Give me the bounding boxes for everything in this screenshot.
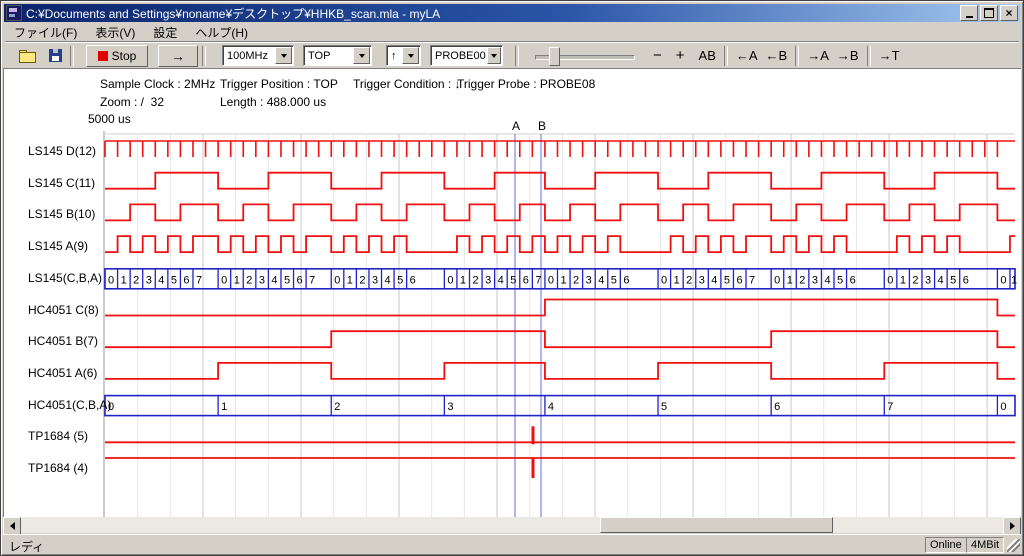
toolbar-separator bbox=[515, 46, 519, 66]
channel-label-hc4051-c: HC4051 C(8) bbox=[28, 303, 99, 317]
toolbar: Stop → 100MHz TOP ↑ PROBE00 − + AB ←A ←B… bbox=[5, 43, 1019, 68]
channel-label-hc4051-bus: HC4051(C,B,A) bbox=[28, 398, 111, 412]
ab-cursors-button[interactable]: AB bbox=[695, 46, 720, 66]
scroll-right-arrow-icon[interactable] bbox=[1003, 517, 1021, 535]
toolbar-separator bbox=[70, 46, 74, 66]
channel-label-ls145-d: LS145 D(12) bbox=[28, 144, 96, 158]
chevron-down-icon[interactable] bbox=[402, 47, 419, 64]
channel-label-hc4051-a: HC4051 A(6) bbox=[28, 366, 97, 380]
minimize-button[interactable] bbox=[960, 5, 978, 21]
chevron-down-icon[interactable] bbox=[275, 47, 292, 64]
slider-thumb[interactable] bbox=[549, 47, 560, 66]
open-file-icon[interactable] bbox=[19, 48, 37, 64]
move-right-to-cursor-b-button[interactable]: →B bbox=[833, 46, 863, 66]
move-left-to-cursor-a-button[interactable]: ←A bbox=[732, 46, 762, 66]
goto-trigger-button[interactable]: →T bbox=[875, 46, 904, 66]
trigger-position-info: Trigger Position : TOP bbox=[220, 77, 338, 91]
scroll-left-arrow-icon[interactable] bbox=[3, 517, 21, 535]
channel-label-ls145-b: LS145 B(10) bbox=[28, 207, 95, 221]
window-title: C:¥Documents and Settings¥noname¥デスクトップ¥… bbox=[26, 5, 440, 22]
run-arrow-icon: → bbox=[171, 48, 185, 64]
scrollbar-thumb[interactable] bbox=[600, 517, 833, 533]
maximize-button[interactable] bbox=[980, 5, 998, 21]
move-right-to-cursor-a-button[interactable]: →A bbox=[803, 46, 833, 66]
sample-clock-info: Sample Clock : 2MHz bbox=[100, 77, 215, 91]
app-icon bbox=[6, 5, 22, 21]
channel-label-tp1684-4: TP1684 (4) bbox=[28, 461, 88, 475]
toolbar-separator bbox=[867, 46, 871, 66]
time-scale-label: 5000 us bbox=[88, 112, 131, 126]
trigger-edge-combo[interactable]: ↑ bbox=[386, 45, 421, 66]
chevron-down-icon[interactable] bbox=[487, 47, 501, 64]
menu-item-2[interactable]: 設定 bbox=[144, 23, 186, 42]
run-button[interactable]: → bbox=[158, 45, 198, 67]
status-message: レディ bbox=[9, 538, 44, 555]
menu-item-1[interactable]: 表示(V) bbox=[86, 23, 144, 42]
memory-status-badge: 4MBit bbox=[966, 537, 1004, 553]
menu-item-0[interactable]: ファイル(F) bbox=[5, 23, 86, 42]
waveform-client-area bbox=[3, 68, 1021, 517]
channel-label-tp1684-5: TP1684 (5) bbox=[28, 429, 88, 443]
toolbar-separator bbox=[202, 46, 206, 66]
horizontal-scrollbar[interactable] bbox=[3, 517, 1021, 533]
trigger-condition-info: Trigger Condition : ↓ bbox=[353, 77, 461, 91]
menu-bar: ファイル(F)表示(V)設定ヘルプ(H) bbox=[5, 23, 1019, 41]
move-left-to-cursor-b-button[interactable]: ←B bbox=[762, 46, 792, 66]
zoom-in-button[interactable]: + bbox=[672, 46, 689, 66]
close-button[interactable]: × bbox=[1000, 5, 1018, 21]
channel-label-ls145-c: LS145 C(11) bbox=[28, 176, 95, 190]
resize-grip[interactable] bbox=[1007, 539, 1020, 552]
zoom-out-button[interactable]: − bbox=[649, 46, 666, 66]
length-info: Length : 488.000 us bbox=[220, 95, 326, 109]
menu-item-3[interactable]: ヘルプ(H) bbox=[186, 23, 257, 42]
stop-button[interactable]: Stop bbox=[86, 45, 148, 67]
toolbar-separator bbox=[724, 46, 728, 66]
trigger-probe-info: Trigger Probe : PROBE08 bbox=[457, 77, 595, 91]
stop-icon bbox=[98, 51, 108, 61]
online-status-badge: Online bbox=[925, 537, 967, 553]
chevron-down-icon[interactable] bbox=[353, 47, 370, 64]
save-icon[interactable] bbox=[48, 48, 66, 64]
zoom-slider[interactable] bbox=[535, 46, 635, 66]
trigger-position-combo[interactable]: TOP bbox=[303, 45, 372, 66]
toolbar-separator bbox=[795, 46, 799, 66]
title-bar: C:¥Documents and Settings¥noname¥デスクトップ¥… bbox=[4, 4, 1020, 22]
status-bar: レディ Online 4MBit bbox=[3, 534, 1021, 554]
channel-label-ls145-bus: LS145(C,B,A) bbox=[28, 271, 102, 285]
zoom-info: Zoom : / 32 bbox=[100, 95, 164, 109]
sample-clock-combo[interactable]: 100MHz bbox=[222, 45, 294, 66]
trigger-probe-combo[interactable]: PROBE00 bbox=[430, 45, 503, 66]
channel-label-hc4051-b: HC4051 B(7) bbox=[28, 334, 98, 348]
channel-label-ls145-a: LS145 A(9) bbox=[28, 239, 88, 253]
